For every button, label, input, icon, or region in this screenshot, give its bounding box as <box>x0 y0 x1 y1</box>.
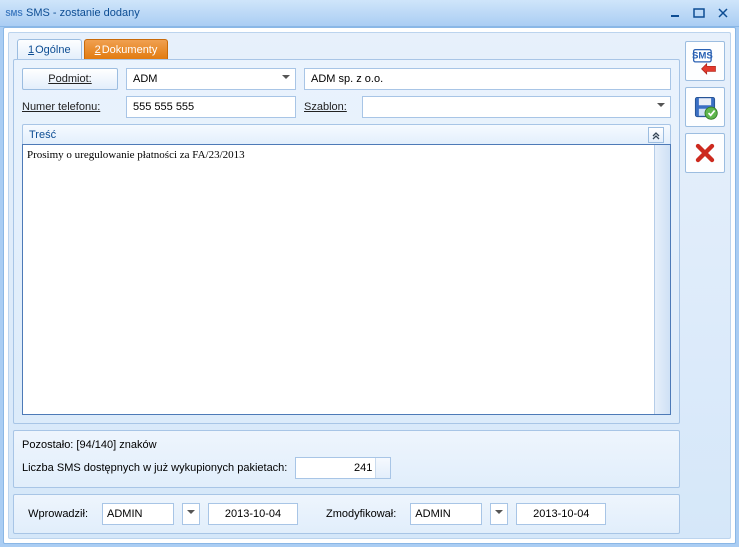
tab-general[interactable]: 1 Ogólne <box>17 39 82 59</box>
modified-date-field: 2013-10-04 <box>516 503 606 525</box>
podmiot-name-field[interactable] <box>304 68 671 90</box>
tresc-container <box>22 144 671 415</box>
available-sms-spinner[interactable]: 241 <box>295 457 391 479</box>
phone-input[interactable] <box>131 100 291 114</box>
modified-label: Zmodyfikował: <box>326 508 402 520</box>
svg-text:SMS: SMS <box>692 50 713 61</box>
save-button[interactable] <box>685 87 725 127</box>
collapse-button[interactable] <box>648 127 664 143</box>
modified-user-dropdown[interactable] <box>490 503 508 525</box>
tresc-header-label: Treść <box>29 129 56 141</box>
szablon-combo[interactable] <box>362 96 671 118</box>
close-button[interactable] <box>713 5 733 21</box>
tab-documents[interactable]: 2 Dokumenty <box>84 39 169 59</box>
tresc-scrollbar[interactable] <box>654 145 670 414</box>
szablon-label: Szablon: <box>304 101 354 113</box>
cancel-button[interactable] <box>685 133 725 173</box>
podmiot-input[interactable] <box>131 72 277 86</box>
app-icon: SMS <box>6 5 22 21</box>
szablon-input[interactable] <box>367 100 652 114</box>
tab-page: Podmiot: Numer telefonu: Szablon: <box>13 59 680 424</box>
audit-panel: Wprowadził: ADMIN 2013-10-04 Zmodyfikowa… <box>13 494 680 534</box>
phone-label: Numer telefonu: <box>22 101 118 113</box>
available-sms-label: Liczba SMS dostępnych w już wykupionych … <box>22 462 287 474</box>
maximize-button[interactable] <box>689 5 709 21</box>
stats-panel: Pozostało: [94/140] znaków Liczba SMS do… <box>13 430 680 488</box>
remaining-chars-label: Pozostało: [94/140] znaków <box>22 439 157 451</box>
send-sms-button[interactable]: SMS <box>685 41 725 81</box>
tresc-header: Treść <box>22 124 671 144</box>
tab-bar: 1 Ogólne 2 Dokumenty <box>13 37 680 59</box>
tresc-textarea[interactable] <box>23 145 654 414</box>
phone-field[interactable] <box>126 96 296 118</box>
podmiot-combo[interactable] <box>126 68 296 90</box>
created-label: Wprowadził: <box>22 508 94 520</box>
podmiot-name-input[interactable] <box>309 72 666 86</box>
title-bar: SMS SMS - zostanie dodany <box>0 0 739 27</box>
podmiot-button[interactable]: Podmiot: <box>22 68 118 90</box>
created-date-field: 2013-10-04 <box>208 503 298 525</box>
created-user-dropdown[interactable] <box>182 503 200 525</box>
created-user-field: ADMIN <box>102 503 174 525</box>
available-sms-value: 241 <box>354 462 372 474</box>
minimize-button[interactable] <box>665 5 685 21</box>
window-title: SMS - zostanie dodany <box>26 7 140 19</box>
modified-user-field: ADMIN <box>410 503 482 525</box>
